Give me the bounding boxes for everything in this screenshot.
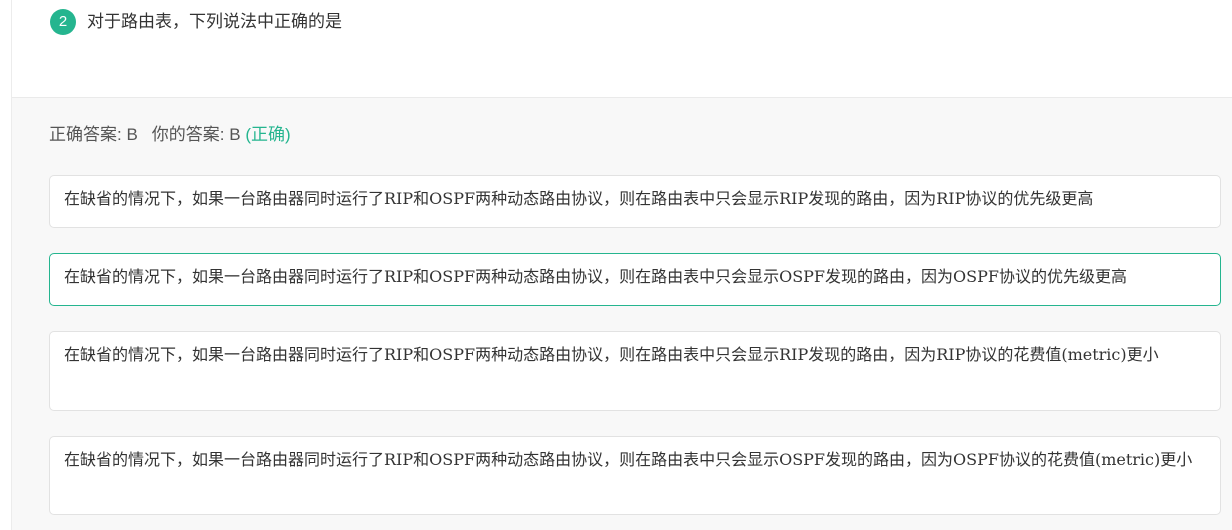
answer-status: (正确): [245, 125, 291, 144]
your-answer-label: 你的答案: B: [151, 125, 241, 144]
correct-answer-label: 正确答案: B: [49, 125, 138, 144]
option-b[interactable]: 在缺省的情况下，如果一台路由器同时运行了RIP和OSPF两种动态路由协议，则在路…: [49, 253, 1221, 306]
option-d[interactable]: 在缺省的情况下，如果一台路由器同时运行了RIP和OSPF两种动态路由协议，则在路…: [49, 436, 1221, 515]
question-header: 2 对于路由表，下列说法中正确的是: [12, 0, 1232, 98]
question-title: 对于路由表，下列说法中正确的是: [87, 12, 342, 32]
option-c-text: 在缺省的情况下，如果一台路由器同时运行了RIP和OSPF两种动态路由协议，则在路…: [64, 345, 1159, 364]
option-d-text: 在缺省的情况下，如果一台路由器同时运行了RIP和OSPF两种动态路由协议，则在路…: [64, 450, 1193, 469]
option-c[interactable]: 在缺省的情况下，如果一台路由器同时运行了RIP和OSPF两种动态路由协议，则在路…: [49, 331, 1221, 411]
option-b-text: 在缺省的情况下，如果一台路由器同时运行了RIP和OSPF两种动态路由协议，则在路…: [64, 267, 1127, 286]
option-a-text: 在缺省的情况下，如果一台路由器同时运行了RIP和OSPF两种动态路由协议，则在路…: [64, 189, 1094, 208]
answer-panel: 正确答案: B 你的答案: B (正确) 在缺省的情况下，如果一台路由器同时运行了…: [12, 98, 1232, 530]
option-a[interactable]: 在缺省的情况下，如果一台路由器同时运行了RIP和OSPF两种动态路由协议，则在路…: [49, 175, 1221, 228]
answer-summary: 正确答案: B 你的答案: B (正确): [49, 124, 291, 146]
question-number-badge: 2: [50, 9, 76, 35]
